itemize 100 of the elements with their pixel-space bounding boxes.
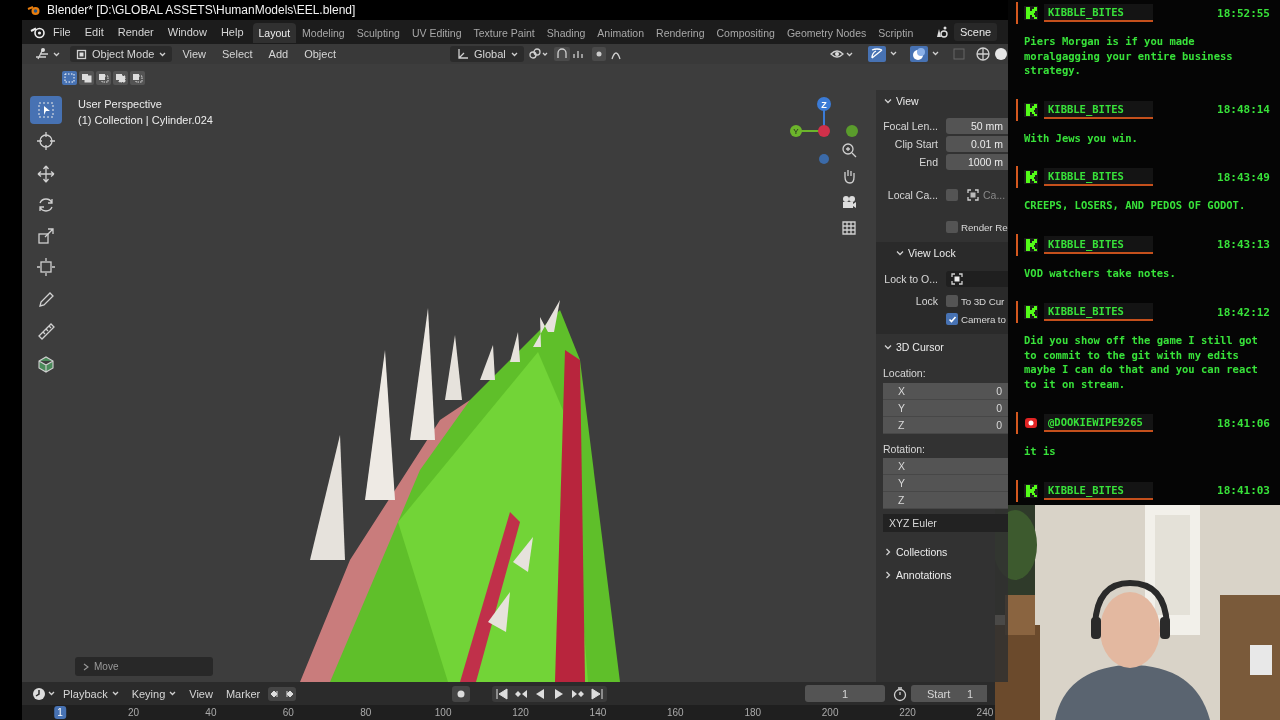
hand-icon[interactable] — [841, 168, 857, 184]
selection-mode-button[interactable] — [79, 71, 94, 85]
axis-label: Z — [821, 99, 827, 110]
menu-item[interactable]: Keying — [126, 685, 182, 702]
dropdown[interactable]: XYZ Euler — [883, 514, 1008, 532]
number-field[interactable]: X 0 — [883, 383, 1008, 400]
workspace-tab[interactable]: Shading — [540, 23, 592, 43]
message-time: 18:41:06 — [1217, 416, 1270, 430]
workspace-tab[interactable]: Scriptin — [872, 23, 920, 43]
solid-shading-icon[interactable] — [994, 47, 1008, 61]
chevron-icon[interactable] — [884, 548, 892, 556]
menu-item[interactable]: View — [176, 46, 213, 62]
checkbox[interactable] — [946, 313, 958, 325]
workspace-tab[interactable]: Compositing — [710, 23, 781, 43]
chevron-icon[interactable] — [884, 571, 892, 579]
workspace-tab[interactable]: Layout — [252, 23, 297, 43]
menu-item[interactable]: File — [46, 23, 78, 41]
scene-selector[interactable]: Scene — [954, 23, 998, 41]
menu-item[interactable]: Edit — [77, 23, 111, 41]
grid-icon[interactable] — [841, 220, 857, 236]
panel-header[interactable]: Collections — [896, 546, 948, 558]
checkbox[interactable] — [946, 221, 958, 233]
panel-header[interactable]: Annotations — [896, 569, 952, 581]
number-field[interactable]: 0.01 m — [946, 136, 1008, 152]
checkbox[interactable] — [946, 189, 958, 201]
panel-header[interactable]: View — [896, 95, 919, 107]
keyframe-icon[interactable] — [268, 686, 297, 701]
selection-mode-icon — [98, 73, 109, 83]
navigation-gizmo[interactable]: Z Y — [790, 97, 858, 164]
video-icon — [1024, 416, 1038, 430]
number-field[interactable]: Z — [883, 492, 1008, 509]
number-field[interactable]: 1000 m — [946, 154, 1008, 170]
chevron-icon[interactable] — [896, 249, 904, 257]
panel-header[interactable]: 3D Cursor — [896, 341, 944, 353]
workspace-tab[interactable]: UV Editing — [405, 23, 468, 43]
workspace-tab[interactable]: Animation — [591, 23, 651, 43]
start-frame-field[interactable]: Start 1 — [911, 685, 987, 702]
operator-panel[interactable]: Move — [75, 657, 213, 676]
selection-mode-button[interactable] — [96, 71, 111, 85]
selection-mode-button[interactable] — [113, 71, 128, 85]
selection-mode-button[interactable] — [130, 71, 145, 85]
panel-header[interactable]: View Lock — [908, 247, 956, 259]
menu-item[interactable]: Window — [160, 23, 214, 41]
username: KIBBLE_BITES — [1044, 4, 1153, 22]
menu-item[interactable]: Add — [262, 46, 295, 62]
chat-message: Did you show off the game I still got to commit to the git with my edits maybe I can do that and you can react to it on stream. — [1023, 333, 1259, 392]
frame-number: 240 — [975, 706, 995, 719]
selection-mode-icon — [132, 73, 143, 83]
object-field[interactable] — [946, 271, 1008, 287]
record-icon[interactable] — [452, 685, 471, 702]
platform-icon — [1024, 483, 1038, 498]
wireframe-shading-icon[interactable] — [976, 47, 990, 61]
workspace-tab[interactable]: Texture Paint — [467, 23, 541, 43]
workspace-tab[interactable]: Rendering — [650, 23, 711, 43]
checkbox[interactable] — [946, 295, 958, 307]
camera-object-icon — [967, 189, 979, 201]
chevron-icon[interactable] — [884, 97, 892, 105]
menu-item[interactable]: Render — [110, 23, 161, 41]
mode-dropdown[interactable]: Object Mode — [70, 46, 173, 62]
message-time: 18:52:55 — [1217, 6, 1270, 20]
caret-icon — [510, 51, 518, 57]
orientation-dropdown[interactable]: Global — [450, 46, 524, 62]
pivot-icon[interactable] — [527, 47, 550, 61]
scale-tool-icon — [36, 226, 56, 246]
number-field[interactable]: X — [883, 458, 1008, 475]
field-label: Lock — [914, 295, 939, 307]
view-name: User Perspective — [78, 97, 162, 112]
caret-icon — [169, 691, 177, 696]
number-field[interactable]: Z 0 — [883, 417, 1008, 434]
number-field[interactable]: 50 mm — [946, 118, 1008, 134]
menu-item[interactable]: Object — [298, 46, 342, 62]
menu-item[interactable]: Help — [213, 23, 251, 41]
chevron-icon[interactable] — [884, 343, 892, 351]
workspace-tab[interactable]: Sculpting — [350, 23, 406, 43]
editor-type-icon[interactable] — [34, 47, 50, 61]
blender-logo-icon[interactable] — [30, 25, 46, 39]
stopwatch-icon[interactable] — [892, 685, 908, 702]
menu-item[interactable]: View — [184, 685, 218, 702]
platform-icon — [1024, 170, 1038, 184]
number-field[interactable]: Y — [883, 475, 1008, 492]
zoom-icon[interactable] — [841, 142, 857, 158]
visibility-icon[interactable] — [830, 47, 854, 61]
object-icon — [951, 273, 963, 285]
clock-icon[interactable] — [32, 686, 46, 701]
menu-item[interactable]: Playback — [58, 685, 124, 702]
number-field[interactable]: Y 0 — [883, 400, 1008, 417]
selection-mode-button[interactable] — [62, 71, 77, 85]
jump-end-icon[interactable] — [590, 686, 605, 701]
field-label: Lock to O... — [883, 273, 939, 285]
message-time: 18:42:12 — [1217, 305, 1270, 319]
scene-icon[interactable] — [935, 25, 951, 39]
tool-button[interactable] — [30, 96, 62, 124]
menu-item[interactable]: Select — [216, 46, 259, 62]
selection-mode-icon — [64, 73, 75, 83]
menu-item[interactable]: Marker — [220, 685, 266, 702]
workspace-tab[interactable]: Modeling — [296, 23, 351, 43]
camera-icon[interactable] — [841, 194, 857, 210]
jump-start-icon[interactable] — [495, 686, 510, 701]
workspace-tab[interactable]: Geometry Nodes — [780, 23, 873, 43]
frame-field[interactable]: 1 — [805, 685, 885, 702]
